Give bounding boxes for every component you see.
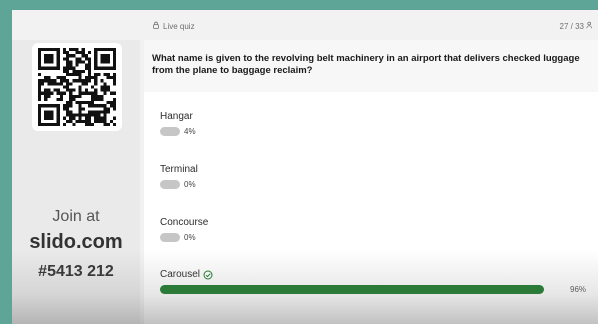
option-label: Carousel	[160, 269, 201, 280]
option-carousel: Carousel 96%	[160, 269, 590, 295]
join-at-text: Join at	[52, 208, 100, 225]
lock-icon	[152, 21, 160, 31]
counter-text: 27 / 33	[559, 21, 584, 31]
option-terminal: Terminal 0%	[160, 164, 590, 190]
result-bar	[160, 233, 180, 242]
join-sidebar: Join at slido.com #5413 212	[12, 40, 140, 324]
people-icon	[586, 21, 594, 31]
quiz-panel: What name is given to the revolving belt…	[144, 40, 598, 324]
check-circle-icon	[203, 270, 213, 280]
option-hangar: Hangar 4%	[160, 111, 590, 137]
question-header: What name is given to the revolving belt…	[144, 40, 598, 92]
question-counter: 27 / 33	[560, 21, 594, 31]
result-percent: 0%	[184, 233, 196, 242]
option-label: Terminal	[160, 164, 198, 175]
result-bar	[160, 180, 180, 189]
qr-code	[32, 43, 122, 131]
event-code: #5413 212	[38, 263, 114, 280]
join-site: slido.com	[29, 231, 123, 253]
question-text: What name is given to the revolving belt…	[152, 53, 580, 76]
top-bar: Live quiz 27 / 33	[12, 10, 598, 40]
option-concourse: Concourse 0%	[160, 217, 590, 243]
presentation-screen: Live quiz 27 / 33 Join at slido.com #541…	[12, 10, 598, 324]
result-bar	[160, 127, 180, 136]
result-percent: 0%	[184, 180, 196, 189]
result-bar-correct	[160, 285, 544, 294]
option-label: Concourse	[160, 217, 209, 228]
result-percent: 4%	[184, 127, 196, 136]
live-quiz-text: Live quiz	[163, 21, 195, 31]
option-label: Hangar	[160, 111, 193, 122]
result-percent: 96%	[570, 285, 587, 294]
live-quiz-label: Live quiz	[152, 21, 195, 31]
